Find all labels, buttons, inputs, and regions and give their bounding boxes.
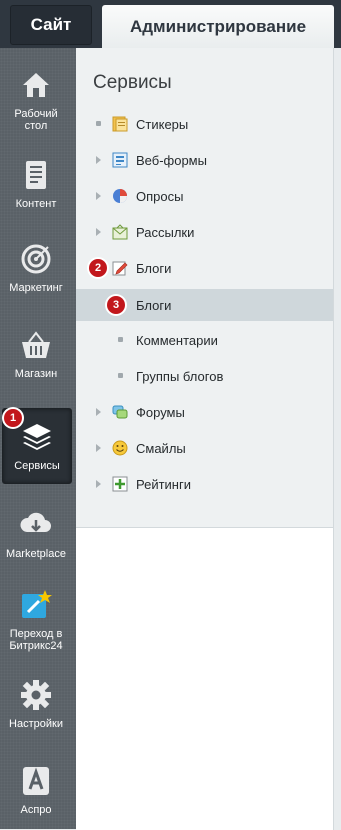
smile-icon <box>112 440 128 456</box>
rating-icon <box>112 476 128 492</box>
sidebar-item-shop[interactable]: Магазин <box>2 328 70 380</box>
layers-icon <box>23 424 51 450</box>
sidebar-item-aspro[interactable]: Аспро <box>2 764 70 816</box>
poll-icon <box>113 189 127 203</box>
tree-item-label: Форумы <box>136 404 185 420</box>
page-title: Сервисы <box>93 72 172 93</box>
tab-administration[interactable]: Администрирование <box>102 5 334 48</box>
tree-item-label: Опросы <box>136 188 184 204</box>
tree-item-label: Комментарии <box>136 332 218 348</box>
tree-item-label: Группы блогов <box>136 368 224 384</box>
tree-item-label: Рассылки <box>136 224 195 240</box>
target-icon <box>21 244 51 274</box>
form-icon <box>112 152 128 168</box>
tab-site[interactable]: Сайт <box>10 5 92 45</box>
panel-empty-area <box>76 527 334 830</box>
sidebar-item-label: Магазин <box>14 368 58 380</box>
basket-icon <box>22 331 50 358</box>
sidebar-item-label: Контент <box>15 198 57 210</box>
document-icon <box>26 161 46 189</box>
bitrix24-icon <box>22 590 52 618</box>
tree-item-label: Рейтинги <box>136 476 191 492</box>
step-badge-3: 3 <box>107 296 125 314</box>
step-badge-2: 2 <box>89 259 107 277</box>
aspro-icon <box>23 767 49 795</box>
services-panel: Сервисы Стикеры Веб-формы Опросы Рассылк… <box>76 48 334 527</box>
tree-item-label: Стикеры <box>136 116 189 132</box>
expand-arrow-icon[interactable] <box>96 156 101 164</box>
top-bar: Сайт Администрирование <box>0 0 341 48</box>
sidebar-item-settings[interactable]: Настройки <box>2 678 70 730</box>
tree-item-label: Блоги <box>136 297 172 313</box>
sidebar-item-label: Сервисы <box>14 460 60 472</box>
gear-icon <box>21 680 51 710</box>
sidebar-item-marketing[interactable]: Маркетинг <box>2 242 70 294</box>
tree-item-stickers[interactable]: Стикеры <box>76 108 333 140</box>
sidebar-item-content[interactable]: Контент <box>2 158 70 210</box>
bullet-dot <box>118 373 123 378</box>
home-icon <box>23 73 49 97</box>
tree-item-webforms[interactable]: Веб-формы <box>76 144 333 176</box>
tree-item-ratings[interactable]: Рейтинги <box>76 468 333 500</box>
expand-arrow-icon[interactable] <box>96 444 101 452</box>
sidebar-item-label: Переход в Битрикс24 <box>9 628 63 652</box>
tree-item-blog-groups[interactable]: Группы блогов <box>76 360 333 392</box>
tree-item-blogs-list[interactable]: 3 Блоги <box>76 289 333 321</box>
sidebar-item-label: Аспро <box>20 804 52 816</box>
sidebar-item-label: Marketplace <box>6 548 66 560</box>
bullet-dot <box>96 121 101 126</box>
bullet-dot <box>118 337 123 342</box>
tree-item-label: Веб-формы <box>136 152 207 168</box>
sidebar-item-desktop[interactable]: Рабочий стол <box>2 68 70 132</box>
sticker-icon <box>112 116 128 132</box>
tree-item-mailings[interactable]: Рассылки <box>76 216 333 248</box>
tree-item-comments[interactable]: Комментарии <box>76 324 333 356</box>
forum-icon <box>112 405 128 419</box>
tree-item-label: Смайлы <box>136 440 186 456</box>
tree-item-forums[interactable]: Форумы <box>76 396 333 428</box>
expand-arrow-icon[interactable] <box>96 480 101 488</box>
expand-arrow-icon[interactable] <box>96 228 101 236</box>
blog-icon <box>112 261 128 276</box>
sidebar-item-bitrix24[interactable]: Переход в Битрикс24 <box>2 588 70 652</box>
expand-arrow-icon[interactable] <box>96 408 101 416</box>
tree-item-smiles[interactable]: Смайлы <box>76 432 333 464</box>
expand-arrow-icon[interactable] <box>96 192 101 200</box>
sidebar-item-label: Маркетинг <box>9 282 63 294</box>
sidebar: Рабочий стол Контент Маркетинг Магазин С… <box>0 48 76 829</box>
sidebar-item-label: Настройки <box>9 718 63 730</box>
mail-icon <box>112 224 128 240</box>
sidebar-item-label: Рабочий стол <box>14 108 58 132</box>
step-badge-1: 1 <box>4 409 22 427</box>
tree-item-blogs[interactable]: 2 Блоги <box>76 252 333 284</box>
sidebar-item-marketplace[interactable]: Marketplace <box>2 508 70 560</box>
cloud-download-icon <box>20 512 51 532</box>
tree-item-label: Блоги <box>136 260 172 276</box>
tree-item-polls[interactable]: Опросы <box>76 180 333 212</box>
